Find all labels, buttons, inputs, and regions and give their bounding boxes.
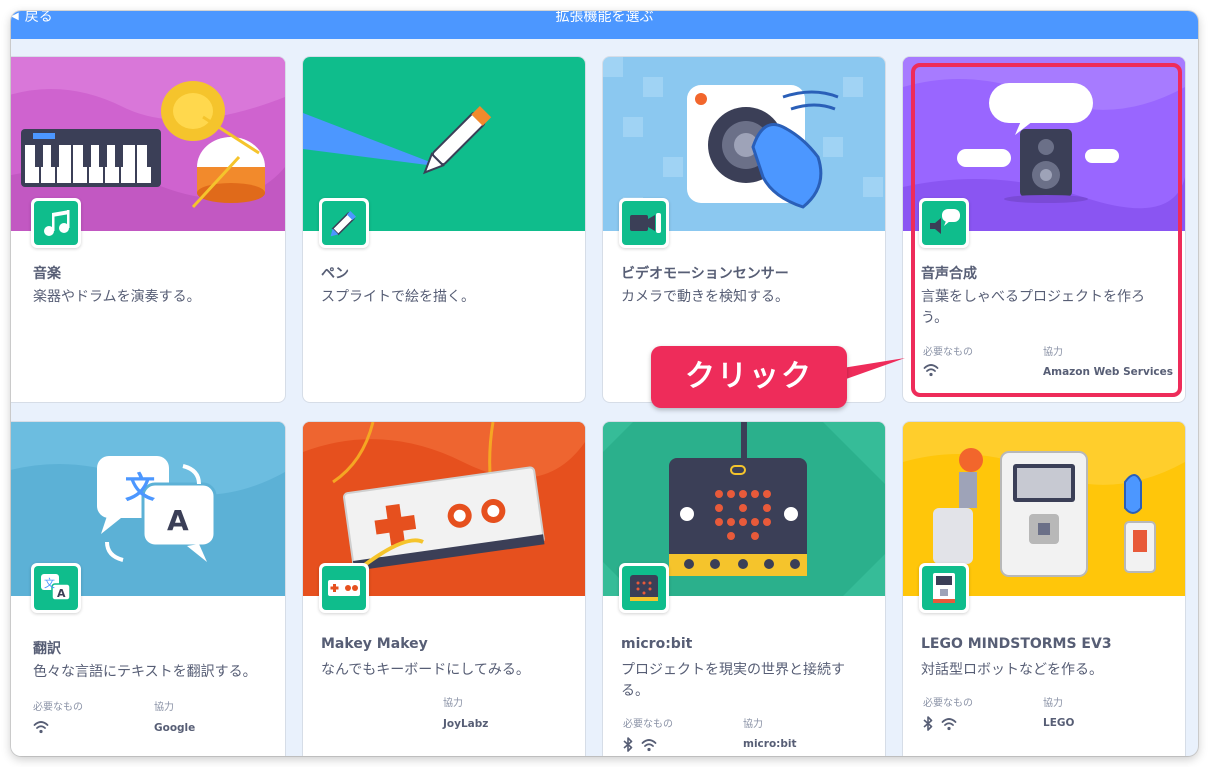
requirements-label: 必要なもの xyxy=(923,698,973,709)
requirements-icons xyxy=(33,720,49,734)
requirements-icons xyxy=(923,716,957,731)
card-title: 音楽 xyxy=(33,266,61,282)
translate-icon: 文 A xyxy=(41,574,71,601)
text-to-speech-badge xyxy=(919,198,969,248)
svg-text:文: 文 xyxy=(125,471,155,506)
makey-makey-badge xyxy=(319,563,369,613)
requirements-label: 必要なもの xyxy=(33,702,83,713)
requirements-icons xyxy=(623,737,657,752)
extension-card-translate[interactable]: 文 A 文 A 翻訳 色々な言語にテキストを翻訳する。 必要なもの 協力 Goo… xyxy=(11,421,286,756)
music-note-icon xyxy=(44,210,70,236)
bluetooth-icon xyxy=(623,737,633,752)
wifi-icon xyxy=(941,717,957,730)
svg-text:A: A xyxy=(167,504,189,537)
extension-card-music[interactable]: 音楽 楽器やドラムを演奏する。 xyxy=(11,56,286,403)
microbit-badge xyxy=(619,563,669,613)
pen-badge xyxy=(319,198,369,248)
card-description: 楽器やドラムを演奏する。 xyxy=(33,289,201,305)
wifi-icon xyxy=(33,721,49,734)
makey-makey-icon xyxy=(328,580,360,596)
extension-library-window: ◀ 戻る 拡張機能を選ぶ 音楽 楽器やドラムを演奏する。 ペン スプライトで絵を… xyxy=(11,11,1198,756)
speaker-speech-icon xyxy=(930,209,960,234)
collaborator-label: 協力 xyxy=(1043,347,1063,358)
card-description: なんでもキーボードにしてみる。 xyxy=(321,662,530,678)
click-callout: クリック xyxy=(651,346,847,408)
card-description: 対話型ロボットなどを作る。 xyxy=(921,662,1103,678)
card-title: 音声合成 xyxy=(921,266,977,282)
library-header: ◀ 戻る 拡張機能を選ぶ xyxy=(11,11,1198,39)
card-title: ペン xyxy=(321,266,349,282)
svg-text:文: 文 xyxy=(44,576,55,590)
card-title: ビデオモーションセンサー xyxy=(621,266,789,282)
video-camera-icon xyxy=(630,213,661,233)
ev3-brick-icon xyxy=(933,573,955,603)
card-description: プロジェクトを現実の世界と接続する。 xyxy=(621,662,845,699)
card-title: LEGO MINDSTORMS EV3 xyxy=(921,636,1112,652)
collaborator-name: JoyLabz xyxy=(443,718,489,730)
collaborator-name: micro:bit xyxy=(743,738,797,750)
collaborator-name: Google xyxy=(154,722,196,734)
microbit-icon xyxy=(630,575,658,601)
lego-ev3-badge xyxy=(919,563,969,613)
wifi-icon xyxy=(641,738,657,751)
collaborator-label: 協力 xyxy=(743,719,763,730)
collaborator-name: Amazon Web Services xyxy=(1043,366,1174,378)
svg-text:A: A xyxy=(57,587,66,600)
pen-icon xyxy=(330,210,357,237)
extension-card-makey-makey[interactable]: Makey Makey なんでもキーボードにしてみる。 協力 JoyLabz xyxy=(302,421,586,756)
collaborator-label: 協力 xyxy=(1043,698,1063,709)
card-title: micro:bit xyxy=(621,636,693,652)
collaborator-label: 協力 xyxy=(154,702,174,713)
extension-card-microbit[interactable]: micro:bit プロジェクトを現実の世界と接続する。 必要なもの 協力 mi… xyxy=(602,421,886,756)
card-description: スプライトで絵を描く。 xyxy=(321,289,475,305)
video-motion-badge xyxy=(619,198,669,248)
card-description: 言葉をしゃべるプロジェクトを作ろう。 xyxy=(921,289,1145,326)
card-description: 色々な言語にテキストを翻訳する。 xyxy=(33,664,257,680)
bluetooth-icon xyxy=(923,716,933,731)
collaborator-label: 協力 xyxy=(443,698,463,709)
collaborator-name: LEGO xyxy=(1043,717,1075,729)
requirements-icons xyxy=(923,363,939,377)
card-title: Makey Makey xyxy=(321,636,428,652)
extension-card-pen[interactable]: ペン スプライトで絵を描く。 xyxy=(302,56,586,403)
card-title: 翻訳 xyxy=(33,641,61,657)
page-title: 拡張機能を選ぶ xyxy=(555,11,654,25)
extension-card-text-to-speech[interactable]: 音声合成 言葉をしゃべるプロジェクトを作ろう。 必要なもの 協力 Amazon … xyxy=(902,56,1186,403)
extension-card-lego-ev3[interactable]: LEGO MINDSTORMS EV3 対話型ロボットなどを作る。 必要なもの … xyxy=(902,421,1186,756)
requirements-label: 必要なもの xyxy=(623,719,673,730)
translate-badge: 文 A xyxy=(31,563,81,613)
wifi-icon xyxy=(923,364,939,377)
card-description: カメラで動きを検知する。 xyxy=(621,289,789,305)
requirements-label: 必要なもの xyxy=(923,347,973,358)
music-badge xyxy=(31,198,81,248)
